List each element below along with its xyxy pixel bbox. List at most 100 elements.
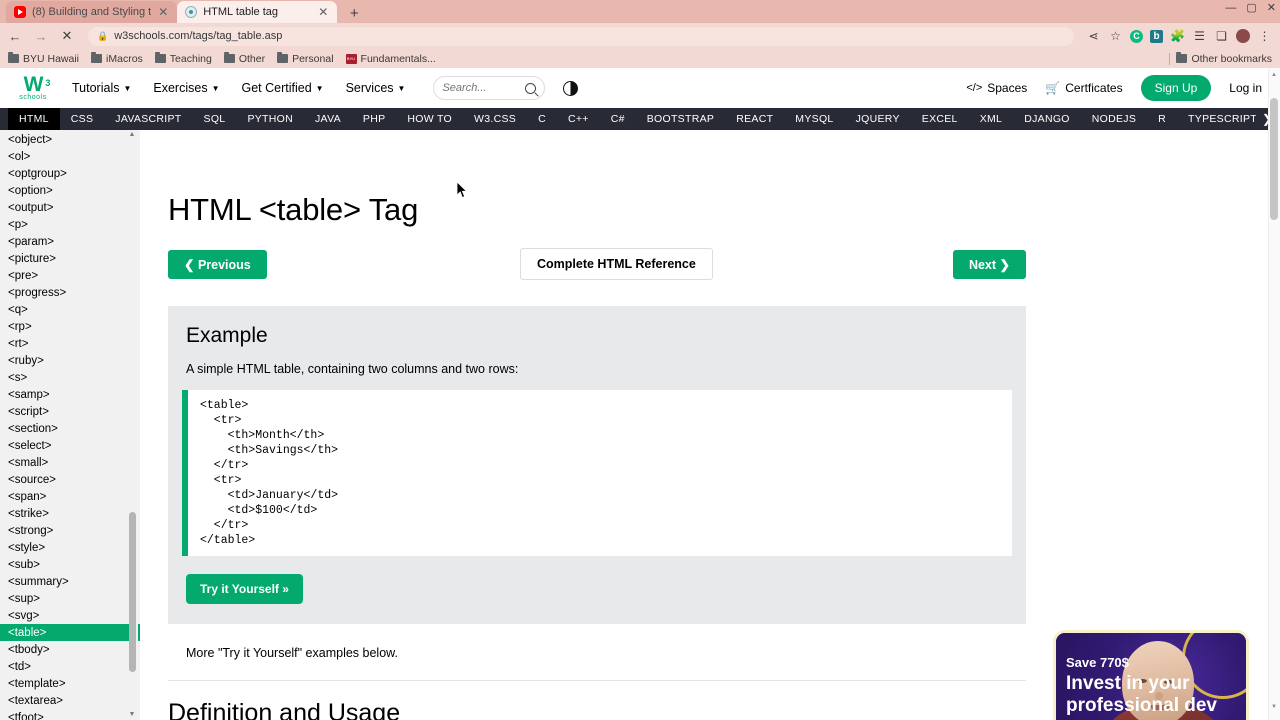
forward-arrow-icon[interactable]: → [32,27,50,45]
sidebar-item-select[interactable]: <select> [0,437,140,454]
page-scroll-up-icon[interactable]: ▲ [1270,72,1278,82]
sidebar-scroll-thumb[interactable] [129,512,136,672]
video-ad-overlay[interactable]: Save 770$ Invest in your professional de… [1053,630,1249,720]
sign-up-button[interactable]: Sign Up [1140,75,1212,101]
sidebar-item-table[interactable]: <table> [0,624,140,641]
sidebar-item-rt[interactable]: <rt> [0,335,140,352]
tags-sidebar[interactable]: <object> <ol> <optgroup> <option> <outpu… [0,130,140,720]
sidebar-item-output[interactable]: <output> [0,199,140,216]
sidebar-item-small[interactable]: <small> [0,454,140,471]
share-icon[interactable]: ⋖ [1086,29,1101,44]
address-bar[interactable]: 🔒 w3schools.com/tags/tag_table.asp [88,26,1074,46]
back-arrow-icon[interactable]: ← [6,27,24,45]
sidebar-item-param[interactable]: <param> [0,233,140,250]
sidebar-item-optgroup[interactable]: <optgroup> [0,165,140,182]
try-it-yourself-button[interactable]: Try it Yourself » [186,574,303,604]
lang-typescript[interactable]: TYPESCRIPT [1177,113,1268,125]
lang-javascript[interactable]: JAVASCRIPT [104,113,192,125]
lang-xml[interactable]: XML [969,113,1014,125]
bookmark-teaching[interactable]: Teaching [154,52,212,65]
profile-avatar-icon[interactable] [1236,29,1250,43]
lang-php[interactable]: PHP [352,113,397,125]
lang-cpp[interactable]: C++ [557,113,600,125]
sidebar-item-summary[interactable]: <summary> [0,573,140,590]
close-icon[interactable]: ✕ [157,6,169,18]
bookmark-imacros[interactable]: iMacros [91,52,143,65]
scroll-up-arrow-icon[interactable]: ▲ [127,130,137,140]
sidebar-item-progress[interactable]: <progress> [0,284,140,301]
sidebar-item-sub[interactable]: <sub> [0,556,140,573]
extension-blue-icon[interactable] [1150,29,1163,43]
sidebar-item-strike[interactable]: <strike> [0,505,140,522]
page-scroll-down-icon[interactable]: ▼ [1270,704,1278,714]
browser-tab-youtube[interactable]: (8) Building and Styling t ✕ [6,1,178,23]
w3schools-logo[interactable]: W3 schools [12,71,54,105]
dark-mode-toggle-icon[interactable] [563,80,579,96]
sidebar-item-span[interactable]: <span> [0,488,140,505]
stop-loading-icon[interactable]: ✕ [58,27,76,45]
sidebar-item-source[interactable]: <source> [0,471,140,488]
sidebar-item-sup[interactable]: <sup> [0,590,140,607]
browser-tab-w3schools[interactable]: HTML table tag ✕ [177,1,338,23]
sidebar-item-style[interactable]: <style> [0,539,140,556]
menu-services[interactable]: Services ▼ [346,81,406,95]
sidebar-item-s[interactable]: <s> [0,369,140,386]
new-tab-button[interactable]: + [343,3,365,23]
sidebar-item-samp[interactable]: <samp> [0,386,140,403]
bookmark-fundamentals[interactable]: Fundamentals... [345,53,436,65]
menu-tutorials[interactable]: Tutorials ▼ [72,81,131,95]
sidebar-item-q[interactable]: <q> [0,301,140,318]
other-bookmarks-button[interactable]: Other bookmarks [1176,52,1272,65]
side-panel-icon[interactable]: ❏ [1214,29,1229,44]
minimize-icon[interactable]: — [1225,2,1236,14]
sidebar-item-object[interactable]: <object> [0,131,140,148]
lang-nodejs[interactable]: NODEJS [1081,113,1147,125]
sidebar-item-ol[interactable]: <ol> [0,148,140,165]
sidebar-item-p[interactable]: <p> [0,216,140,233]
bookmark-other[interactable]: Other [223,52,265,65]
close-window-icon[interactable]: ✕ [1267,2,1276,14]
bookmark-star-icon[interactable]: ☆ [1108,29,1123,44]
lang-css[interactable]: CSS [60,113,105,125]
page-scrollbar[interactable]: ▲ ▼ [1268,68,1280,720]
scroll-down-arrow-icon[interactable]: ▼ [127,710,137,720]
lang-mysql[interactable]: MYSQL [784,113,844,125]
chrome-menu-icon[interactable]: ⋮ [1257,29,1272,44]
lang-java[interactable]: JAVA [304,113,352,125]
sidebar-item-svg[interactable]: <svg> [0,607,140,624]
sidebar-item-pre[interactable]: <pre> [0,267,140,284]
bookmark-byu-hawaii[interactable]: BYU Hawaii [8,52,79,65]
lang-react[interactable]: REACT [725,113,784,125]
search-input[interactable] [442,82,520,94]
menu-exercises[interactable]: Exercises ▼ [153,81,219,95]
page-scroll-thumb[interactable] [1270,98,1278,220]
previous-button[interactable]: ❮ Previous [168,249,267,279]
lang-jquery[interactable]: JQUERY [845,113,911,125]
complete-html-reference-button[interactable]: Complete HTML Reference [520,248,713,280]
sidebar-item-ruby[interactable]: <ruby> [0,352,140,369]
sidebar-item-tfoot[interactable]: <tfoot> [0,709,140,720]
log-in-button[interactable]: Log in [1229,81,1268,95]
close-icon[interactable]: ✕ [317,6,329,18]
lang-how-to[interactable]: HOW TO [396,113,463,125]
lang-python[interactable]: PYTHON [236,113,304,125]
sidebar-item-strong[interactable]: <strong> [0,522,140,539]
reading-list-icon[interactable]: ☰ [1192,29,1207,44]
lang-r[interactable]: R [1147,113,1177,125]
maximize-icon[interactable]: ▢ [1246,2,1256,14]
lang-html[interactable]: HTML [8,108,60,130]
lang-c[interactable]: C [527,113,557,125]
lang-excel[interactable]: EXCEL [911,113,969,125]
search-icon[interactable] [525,82,537,94]
sidebar-item-option[interactable]: <option> [0,182,140,199]
sidebar-item-section[interactable]: <section> [0,420,140,437]
sidebar-item-rp[interactable]: <rp> [0,318,140,335]
sidebar-item-script[interactable]: <script> [0,403,140,420]
site-search-box[interactable] [433,76,546,100]
lang-sql[interactable]: SQL [193,113,237,125]
sidebar-item-template[interactable]: <template> [0,675,140,692]
sidebar-item-td[interactable]: <td> [0,658,140,675]
menu-get-certified[interactable]: Get Certified ▼ [242,81,324,95]
lang-w3css[interactable]: W3.CSS [463,113,527,125]
spaces-link[interactable]: </> Spaces [966,81,1027,95]
